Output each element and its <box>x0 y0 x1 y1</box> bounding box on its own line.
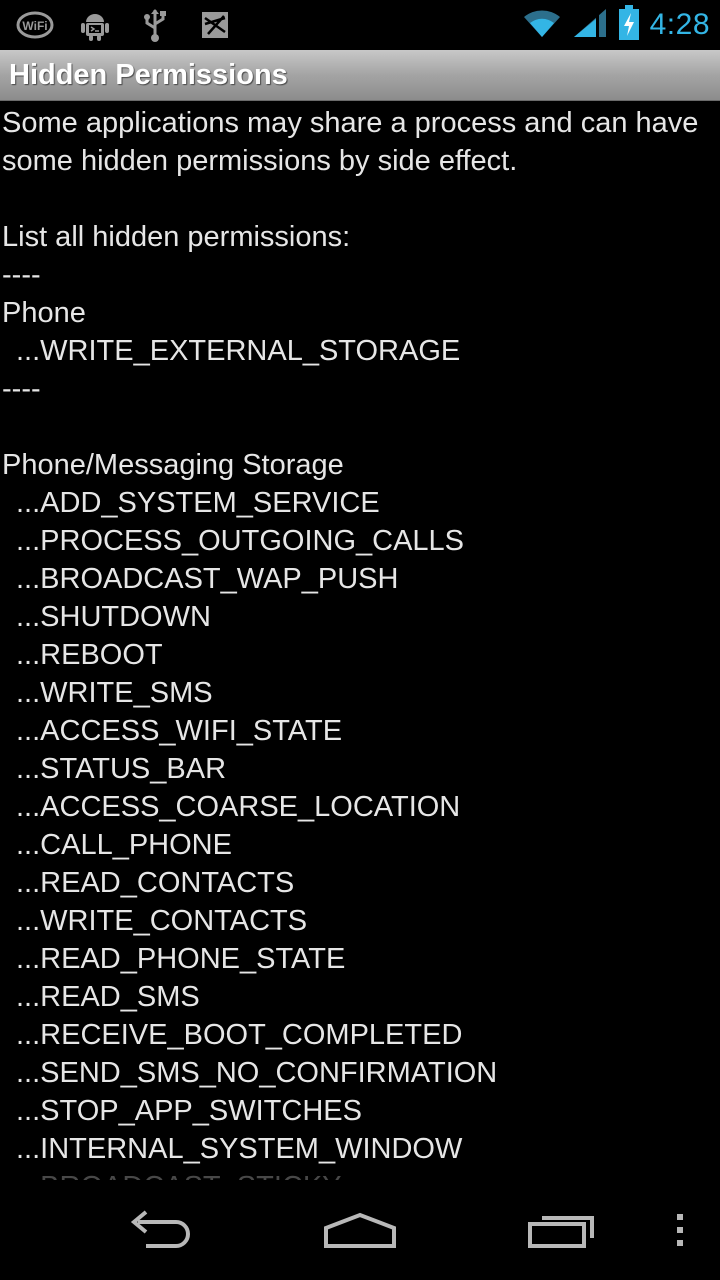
recent-apps-icon <box>528 1216 594 1248</box>
title-bar: Hidden Permissions <box>0 50 720 101</box>
permission-item: ...BROADCAST_WAP_PUSH <box>16 563 399 595</box>
notification-icons: WiFi <box>16 8 234 42</box>
permission-item: ...INTERNAL_SYSTEM_WINDOW <box>16 1133 463 1165</box>
clock: 4:28 <box>649 8 710 41</box>
permission-item: ...REBOOT <box>16 639 163 671</box>
recent-apps-button[interactable] <box>512 1180 612 1280</box>
wifi-signal-icon <box>522 7 562 44</box>
back-icon <box>130 1210 190 1248</box>
permission-item: ...WRITE_EXTERNAL_STORAGE <box>16 335 461 367</box>
permission-item: ...ACCESS_COARSE_LOCATION <box>16 791 461 823</box>
navigation-bar <box>0 1180 720 1280</box>
permission-item: ...READ_CONTACTS <box>16 867 295 899</box>
permission-item: ...SHUTDOWN <box>16 601 211 633</box>
permissions-text: List all hidden permissions: ---- Phone … <box>2 218 714 1180</box>
android-debug-icon <box>76 8 114 42</box>
permission-item: ...BROADCAST_STICKY <box>2 1168 714 1180</box>
permission-item: ...ADD_SYSTEM_SERVICE <box>16 487 380 519</box>
status-bar: WiFi 4:28 <box>0 0 720 50</box>
permission-item: ...RECEIVE_BOOT_COMPLETED <box>16 1019 463 1051</box>
home-icon <box>324 1212 396 1248</box>
separator: ---- <box>2 373 41 405</box>
permission-item: ...ACCESS_WIFI_STATE <box>16 715 343 747</box>
back-button[interactable] <box>110 1180 210 1280</box>
menu-overflow-icon <box>677 1214 683 1246</box>
permission-item: ...WRITE_CONTACTS <box>16 905 308 937</box>
usb-icon <box>136 8 174 42</box>
list-heading: List all hidden permissions: <box>2 221 351 253</box>
wifi-icon: WiFi <box>16 8 54 42</box>
permission-item: ...READ_PHONE_STATE <box>16 943 346 975</box>
permission-item: ...STATUS_BAR <box>16 753 227 785</box>
permission-item: ...READ_SMS <box>16 981 200 1013</box>
permission-item: ...WRITE_SMS <box>16 677 213 709</box>
separator: ---- <box>2 259 41 291</box>
permission-item: ...CALL_PHONE <box>16 829 232 861</box>
permission-item: ...SEND_SMS_NO_CONFIRMATION <box>16 1057 498 1089</box>
cell-signal-icon <box>572 7 608 44</box>
svg-text:WiFi: WiFi <box>22 19 47 33</box>
intro-text: Some applications may share a process an… <box>2 107 707 177</box>
home-button[interactable] <box>310 1180 410 1280</box>
permission-item: ...STOP_APP_SWITCHES <box>16 1095 362 1127</box>
content-area[interactable]: Some applications may share a process an… <box>0 100 720 1180</box>
group-name-phone-messaging-storage: Phone/Messaging Storage <box>2 449 344 481</box>
battery-charging-icon <box>618 4 640 46</box>
system-status-icons: 4:28 <box>522 4 710 46</box>
menu-overflow-button[interactable] <box>650 1180 710 1280</box>
permission-item: ...PROCESS_OUTGOING_CALLS <box>16 525 465 557</box>
notification-icon <box>196 8 234 42</box>
page-title: Hidden Permissions <box>9 59 288 91</box>
group-name-phone: Phone <box>2 297 86 329</box>
